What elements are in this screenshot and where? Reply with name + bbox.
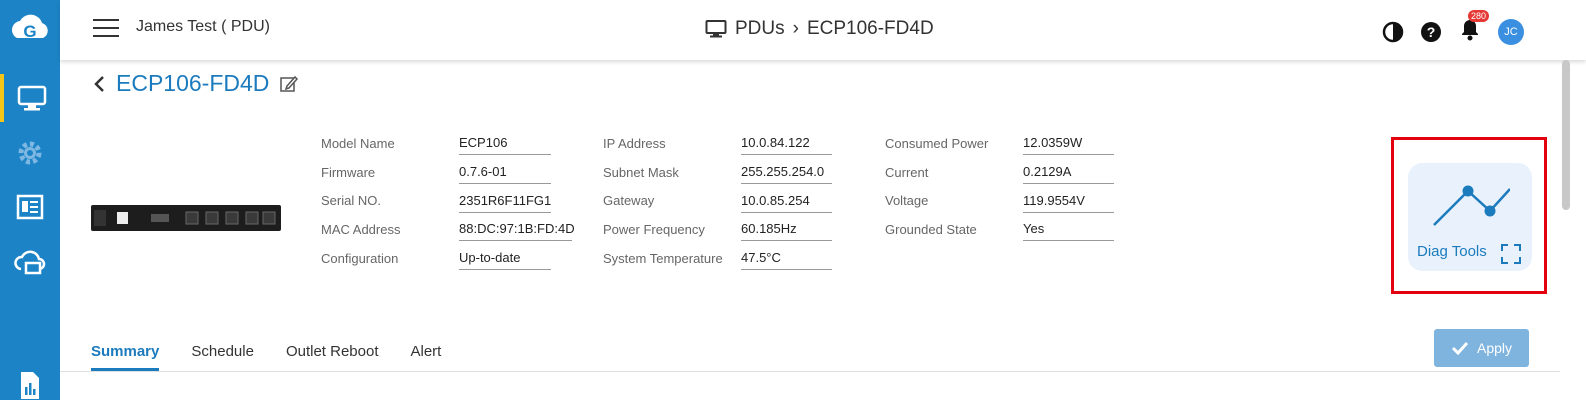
info-row-grounded-state: Grounded State Yes: [885, 217, 1114, 246]
device-title: ECP106-FD4D: [116, 70, 270, 96]
site-name[interactable]: James Test ( PDU): [136, 18, 270, 36]
tab-alert[interactable]: Alert: [411, 343, 442, 371]
cloud-icon: [14, 250, 46, 275]
line-chart-icon: [1433, 185, 1510, 226]
tabs-divider: [60, 371, 1560, 372]
edit-icon[interactable]: [279, 74, 299, 94]
help-icon[interactable]: ?: [1420, 21, 1442, 43]
info-value: 2351R6F11FG1: [459, 193, 551, 213]
info-label: Subnet Mask: [603, 164, 679, 180]
tab-schedule[interactable]: Schedule: [191, 343, 254, 371]
notification-button[interactable]: 280: [1458, 10, 1490, 47]
scrollbar[interactable]: [1562, 60, 1570, 210]
info-value: 47.5°C: [741, 250, 832, 271]
gear-icon: [18, 141, 42, 165]
breadcrumb-current: ECP106-FD4D: [806, 18, 934, 39]
top-icons: ? 280 JC: [1382, 10, 1524, 47]
info-row-ip: IP Address 10.0.84.122: [603, 131, 832, 160]
info-row-power-frequency: Power Frequency 60.185Hz: [603, 217, 832, 246]
top-bar: James Test ( PDU) PDUs › ECP106-FD4D ? 2…: [60, 0, 1586, 60]
info-row-subnet: Subnet Mask 255.255.254.0: [603, 160, 832, 189]
info-row-firmware: Firmware 0.7.6-01: [321, 160, 572, 189]
info-value: 10.0.84.122: [741, 135, 832, 156]
diag-tools-button[interactable]: Diag Tools: [1408, 163, 1532, 271]
info-row-mac: MAC Address 88:DC:97:1B:FD:4D: [321, 217, 575, 246]
info-label: Gateway: [603, 193, 655, 209]
breadcrumb-separator: ›: [792, 18, 799, 39]
info-value: 0.7.6-01: [459, 164, 551, 185]
back-chevron-icon[interactable]: [92, 74, 106, 94]
info-label: Current: [885, 164, 929, 180]
sidebar-item-cloud[interactable]: [0, 238, 60, 286]
notification-badge: 280: [1468, 10, 1490, 22]
diag-tools-label: Diag Tools: [1417, 243, 1487, 260]
sidebar: G: [0, 0, 60, 400]
breadcrumb-parent[interactable]: PDUs: [735, 18, 785, 40]
info-label: MAC Address: [321, 221, 401, 237]
info-row-voltage: Voltage 119.9554V: [885, 188, 1114, 217]
info-label: Serial NO.: [321, 193, 381, 209]
info-value: 10.0.85.254: [741, 193, 832, 213]
monitor-icon: [705, 20, 727, 38]
info-label: Consumed Power: [885, 135, 989, 151]
apply-button[interactable]: Apply: [1434, 329, 1529, 367]
document-list-icon: [16, 194, 44, 220]
tab-bar: Summary Schedule Outlet Reboot Alert: [91, 343, 441, 371]
svg-text:?: ?: [1427, 24, 1436, 40]
info-row-current: Current 0.2129A: [885, 160, 1114, 189]
device-info-col2: IP Address 10.0.84.122 Subnet Mask 255.255…: [603, 131, 832, 274]
breadcrumb: PDUs › ECP106-FD4D: [705, 18, 934, 40]
report-chart-icon: [21, 372, 39, 399]
info-row-configuration: Configuration Up-to-date: [321, 246, 572, 275]
avatar[interactable]: JC: [1498, 18, 1524, 45]
info-label: Power Frequency: [603, 221, 705, 237]
info-label: System Temperature: [603, 250, 723, 266]
info-row-system-temperature: System Temperature 47.5°C: [603, 246, 832, 275]
info-value: Up-to-date: [459, 250, 551, 271]
info-value: 0.2129A: [1023, 164, 1114, 185]
monitor-icon: [17, 85, 47, 111]
device-info-col1: Model Name ECP106 Firmware 0.7.6-01 Serial…: [321, 131, 575, 275]
sidebar-item-settings[interactable]: [0, 129, 60, 177]
svg-text:G: G: [23, 22, 36, 41]
info-label: Grounded State: [885, 221, 977, 237]
sidebar-item-analytics[interactable]: [0, 360, 60, 408]
tab-summary[interactable]: Summary: [91, 343, 160, 371]
info-label: Voltage: [885, 193, 929, 209]
pdu-device-image: [91, 205, 281, 231]
device-title-row: ECP106-FD4D: [92, 70, 299, 97]
info-value: 88:DC:97:1B:FD:4D: [459, 221, 575, 242]
info-row-model-name: Model Name ECP106: [321, 131, 572, 160]
info-value: 60.185Hz: [741, 221, 832, 242]
checkmark-icon: [1451, 341, 1469, 355]
info-label: Configuration: [321, 250, 399, 266]
contrast-toggle-icon[interactable]: [1382, 21, 1404, 43]
menu-icon[interactable]: [93, 15, 119, 39]
logo-icon[interactable]: G: [9, 8, 51, 50]
info-label: Firmware: [321, 164, 376, 180]
sidebar-item-devices[interactable]: [0, 74, 60, 122]
info-value: 255.255.254.0: [741, 164, 832, 185]
sidebar-item-reports[interactable]: [0, 183, 60, 231]
info-value: ECP106: [459, 135, 551, 156]
info-label: Model Name: [321, 135, 395, 151]
info-value: 119.9554V: [1023, 193, 1114, 213]
info-row-serial: Serial NO. 2351R6F11FG1: [321, 188, 572, 217]
info-value: 12.0359W: [1023, 135, 1114, 156]
apply-label: Apply: [1476, 340, 1513, 356]
device-info-col3: Consumed Power 12.0359W Current 0.2129A Vo…: [885, 131, 1114, 246]
diag-tools-highlight: Diag Tools: [1391, 137, 1547, 294]
tab-outlet-reboot[interactable]: Outlet Reboot: [286, 343, 379, 371]
info-row-gateway: Gateway 10.0.85.254: [603, 188, 832, 217]
info-label: IP Address: [603, 135, 666, 151]
info-value: Yes: [1023, 221, 1114, 242]
info-row-consumed-power: Consumed Power 12.0359W: [885, 131, 1114, 160]
expand-icon[interactable]: [1501, 244, 1521, 264]
